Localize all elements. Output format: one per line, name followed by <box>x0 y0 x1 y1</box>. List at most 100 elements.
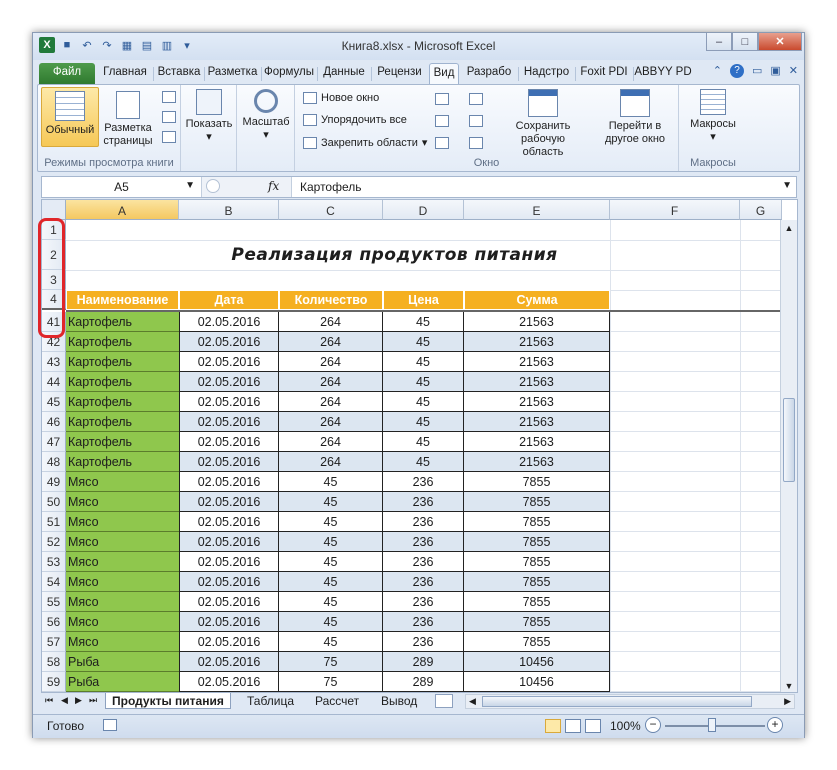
row-header[interactable]: 53 <box>42 552 66 572</box>
name-cell[interactable]: Мясо <box>66 592 179 612</box>
tab-home[interactable]: Главная <box>97 63 153 84</box>
qty-cell[interactable]: 45 <box>279 612 383 632</box>
horizontal-scrollbar[interactable]: ◀ ▶ <box>465 694 795 709</box>
name-cell[interactable]: Картофель <box>66 412 179 432</box>
price-cell[interactable]: 45 <box>383 332 464 352</box>
formula-resize-handle-icon[interactable] <box>206 179 220 193</box>
price-cell[interactable]: 236 <box>383 552 464 572</box>
qty-cell[interactable]: 75 <box>279 652 383 672</box>
row-header[interactable]: 50 <box>42 492 66 512</box>
price-cell[interactable]: 236 <box>383 512 464 532</box>
tab-review[interactable]: Рецензи <box>372 63 427 84</box>
price-cell[interactable]: 236 <box>383 572 464 592</box>
tab-addins[interactable]: Надстро <box>519 63 574 84</box>
tab-foxit[interactable]: Foxit PDI <box>576 63 632 84</box>
arrange-all-button[interactable]: Упорядочить все <box>303 114 407 126</box>
sheet-tab-table[interactable]: Таблица <box>241 693 300 709</box>
name-cell[interactable]: Мясо <box>66 472 179 492</box>
date-cell[interactable]: 02.05.2016 <box>179 452 279 472</box>
sum-cell[interactable]: 7855 <box>464 592 610 612</box>
header-cell-price[interactable]: Цена <box>383 290 464 310</box>
close-icon[interactable]: ✕ <box>758 33 802 51</box>
qty-cell[interactable]: 264 <box>279 332 383 352</box>
show-button[interactable]: Показать ▾ <box>183 89 235 144</box>
zoom-button[interactable]: Масштаб ▾ <box>239 89 293 142</box>
row-header[interactable]: 52 <box>42 532 66 552</box>
insert-function-icon[interactable]: fx <box>268 179 279 193</box>
normal-view-button[interactable]: Обычный <box>41 87 99 147</box>
formula-input[interactable]: Картофель <box>300 180 362 194</box>
qty-cell[interactable]: 264 <box>279 312 383 332</box>
name-cell[interactable]: Мясо <box>66 632 179 652</box>
minimize-ribbon-icon[interactable]: ⌃ <box>713 64 722 78</box>
date-cell[interactable]: 02.05.2016 <box>179 532 279 552</box>
scroll-left-icon[interactable]: ◀ <box>469 696 476 707</box>
page-layout-button[interactable]: Разметка страницы <box>101 87 155 149</box>
sum-cell[interactable]: 21563 <box>464 392 610 412</box>
date-cell[interactable]: 02.05.2016 <box>179 672 279 692</box>
row-header[interactable]: 51 <box>42 512 66 532</box>
row-header[interactable]: 58 <box>42 652 66 672</box>
row-header[interactable]: 57 <box>42 632 66 652</box>
price-cell[interactable]: 45 <box>383 432 464 452</box>
qty-cell[interactable]: 75 <box>279 672 383 692</box>
header-cell-name[interactable]: Наименование <box>66 290 179 310</box>
help-icon[interactable]: ? <box>729 64 744 78</box>
scroll-right-icon[interactable]: ▶ <box>784 696 791 707</box>
sheet-tab-products[interactable]: Продукты питания <box>105 693 231 709</box>
column-header-E[interactable]: E <box>464 200 610 220</box>
name-cell[interactable]: Мясо <box>66 612 179 632</box>
date-cell[interactable]: 02.05.2016 <box>179 572 279 592</box>
price-cell[interactable]: 45 <box>383 392 464 412</box>
sum-cell[interactable]: 7855 <box>464 512 610 532</box>
date-cell[interactable]: 02.05.2016 <box>179 592 279 612</box>
price-cell[interactable]: 45 <box>383 312 464 332</box>
sum-cell[interactable]: 7855 <box>464 492 610 512</box>
qty-cell[interactable]: 45 <box>279 572 383 592</box>
column-header-F[interactable]: F <box>610 200 740 220</box>
qty-cell[interactable]: 264 <box>279 452 383 472</box>
row-header[interactable]: 46 <box>42 412 66 432</box>
sum-cell[interactable]: 21563 <box>464 452 610 472</box>
name-cell[interactable]: Мясо <box>66 572 179 592</box>
hscroll-thumb[interactable] <box>482 696 752 707</box>
insert-sheet-icon[interactable] <box>435 694 453 708</box>
name-box[interactable]: A5 ▼ <box>42 177 202 197</box>
scroll-down-icon[interactable]: ▼ <box>781 678 797 692</box>
qty-cell[interactable]: 264 <box>279 432 383 452</box>
qty-cell[interactable]: 45 <box>279 472 383 492</box>
hide-icon[interactable] <box>435 115 449 127</box>
name-cell[interactable]: Рыба <box>66 672 179 692</box>
vertical-scrollbar[interactable]: ▲ ▼ <box>780 220 797 692</box>
price-cell[interactable]: 236 <box>383 532 464 552</box>
sum-cell[interactable]: 21563 <box>464 352 610 372</box>
sum-cell[interactable]: 21563 <box>464 372 610 392</box>
qty-cell[interactable]: 264 <box>279 392 383 412</box>
macros-button[interactable]: Макросы ▾ <box>683 89 743 144</box>
column-header-A[interactable]: A <box>66 200 179 220</box>
tab-data[interactable]: Данные <box>318 63 370 84</box>
price-cell[interactable]: 236 <box>383 472 464 492</box>
switch-windows-button[interactable]: Перейти в другое окно <box>593 89 677 146</box>
date-cell[interactable]: 02.05.2016 <box>179 312 279 332</box>
row-header[interactable]: 44 <box>42 372 66 392</box>
price-cell[interactable]: 236 <box>383 612 464 632</box>
sync-scroll-icon[interactable] <box>469 115 483 127</box>
sum-cell[interactable]: 7855 <box>464 632 610 652</box>
date-cell[interactable]: 02.05.2016 <box>179 552 279 572</box>
price-cell[interactable]: 45 <box>383 412 464 432</box>
sum-cell[interactable]: 21563 <box>464 432 610 452</box>
name-cell[interactable]: Картофель <box>66 432 179 452</box>
page-break-icon[interactable] <box>162 91 176 103</box>
page-layout-view-icon[interactable] <box>565 719 581 733</box>
name-cell[interactable]: Картофель <box>66 332 179 352</box>
header-cell-sum[interactable]: Сумма <box>464 290 610 310</box>
date-cell[interactable]: 02.05.2016 <box>179 632 279 652</box>
name-cell[interactable]: Мясо <box>66 492 179 512</box>
name-cell[interactable]: Картофель <box>66 372 179 392</box>
split-icon[interactable] <box>435 93 449 105</box>
name-cell[interactable]: Мясо <box>66 532 179 552</box>
qty-cell[interactable]: 45 <box>279 632 383 652</box>
qty-cell[interactable]: 264 <box>279 352 383 372</box>
maximize-icon[interactable]: □ <box>732 33 758 51</box>
